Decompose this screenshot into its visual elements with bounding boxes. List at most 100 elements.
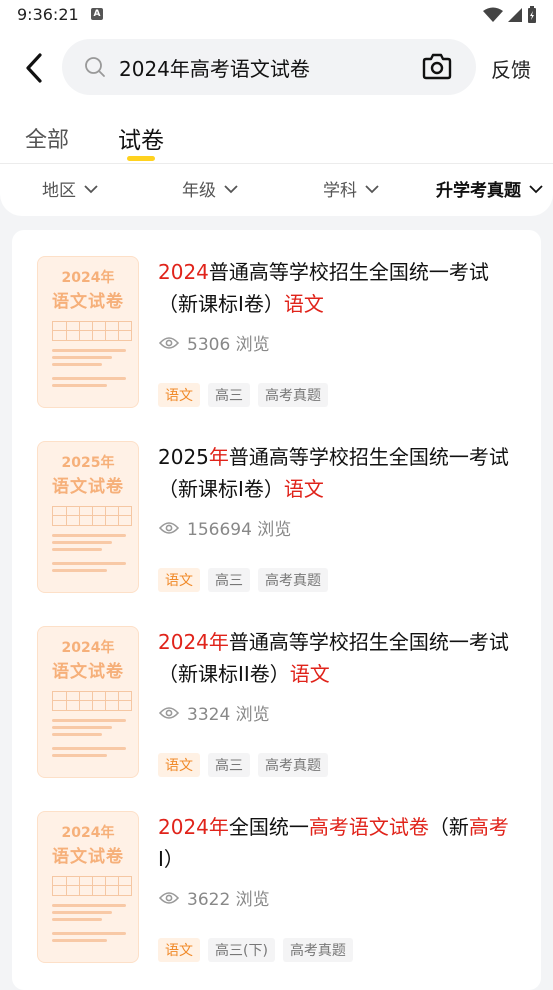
title-highlight: 高考 bbox=[468, 815, 509, 839]
thumbnail-line bbox=[52, 356, 112, 359]
list-item[interactable]: 2024年语文试卷 2024年普通高等学校招生全国统一考试（新课标II卷）语文 33… bbox=[12, 600, 541, 785]
thumbnail-year: 2024年 bbox=[61, 270, 115, 286]
view-count-text: 5306 浏览 bbox=[187, 335, 270, 355]
chevron-down-icon bbox=[224, 184, 238, 193]
battery-icon bbox=[528, 6, 536, 23]
thumbnail-line bbox=[52, 911, 112, 914]
notification-a-icon: A bbox=[91, 8, 103, 20]
title-text: 2025 bbox=[158, 445, 209, 469]
title-highlight: 2024年 bbox=[158, 630, 229, 654]
paper-thumbnail: 2024年语文试卷 bbox=[37, 256, 139, 408]
thumbnail-table bbox=[52, 506, 132, 526]
view-count-text: 3622 浏览 bbox=[187, 890, 270, 910]
list-item[interactable]: 2024年语文试卷 2024普通高等学校招生全国统一考试（新课标I卷）语文 5306… bbox=[12, 230, 541, 415]
view-count: 156694 浏览 bbox=[159, 515, 291, 540]
thumbnail-table bbox=[52, 876, 132, 896]
thumbnail-line bbox=[52, 548, 102, 551]
tag: 高考真题 bbox=[258, 383, 328, 407]
thumbnail-table bbox=[52, 321, 132, 341]
thumbnail-line bbox=[52, 377, 126, 380]
tag: 高三 bbox=[208, 383, 250, 407]
thumbnail-line bbox=[52, 733, 102, 736]
chevron-left-icon bbox=[26, 53, 42, 83]
paper-title[interactable]: 2024年全国统一高考语文试卷（新高考 I） bbox=[158, 811, 518, 875]
view-count-text: 3324 浏览 bbox=[187, 705, 270, 725]
signal-icon bbox=[508, 8, 522, 22]
tag: 高考真题 bbox=[258, 568, 328, 592]
title-highlight: 2024 bbox=[158, 260, 209, 284]
tab-all[interactable]: 全部 bbox=[25, 122, 69, 154]
list-item[interactable]: 2025年语文试卷 2025年普通高等学校招生全国统一考试（新课标I卷）语文 156… bbox=[12, 415, 541, 600]
result-list: 2024年 语文试卷 2024普通高等学校招生全国统一考试（新课标I卷）语文 5306… bbox=[12, 230, 541, 990]
filter-grade[interactable]: 年级 bbox=[182, 176, 238, 201]
chevron-down-icon bbox=[365, 184, 379, 193]
thumbnail-name: 语文试卷 bbox=[52, 292, 124, 312]
view-count: 3324 浏览 bbox=[159, 700, 270, 725]
chevron-down-icon bbox=[84, 184, 98, 193]
camera-icon[interactable] bbox=[422, 52, 452, 80]
tag-row: 语文 高三(下) 高考真题 bbox=[158, 938, 353, 962]
search-bar[interactable]: 2024年高考语文试卷 bbox=[62, 39, 476, 95]
paper-title[interactable]: 2024年普通高等学校招生全国统一考试（新课标II卷）语文 bbox=[158, 626, 518, 690]
view-count-text: 156694 浏览 bbox=[187, 520, 292, 540]
subject-tag: 语文 bbox=[158, 753, 200, 777]
title-highlight: 语文 bbox=[283, 477, 324, 501]
thumbnail-line bbox=[52, 384, 107, 387]
wifi-icon bbox=[483, 7, 503, 22]
thumbnail-line bbox=[52, 534, 126, 537]
thumbnail-name: 语文试卷 bbox=[52, 847, 124, 867]
status-time: 9:36:21 bbox=[17, 5, 79, 24]
thumbnail-line bbox=[52, 541, 112, 544]
thumbnail-line bbox=[52, 719, 126, 722]
eye-icon bbox=[159, 706, 179, 719]
divider bbox=[0, 163, 553, 164]
title-highlight: 2024年 bbox=[158, 815, 229, 839]
subject-tag: 语文 bbox=[158, 383, 200, 407]
thumbnail-line bbox=[52, 747, 126, 750]
eye-icon bbox=[159, 336, 179, 349]
filter-label: 地区 bbox=[42, 181, 76, 201]
thumbnail-line bbox=[52, 562, 126, 565]
thumbnail-year: 2024年 bbox=[61, 825, 115, 841]
tag-row: 语文 高三 高考真题 bbox=[158, 568, 328, 592]
tag: 高三 bbox=[208, 568, 250, 592]
top-bar: 9:36:21 A 2024年高考语文试卷 反馈 全部 试卷 地区 年级 学科 … bbox=[0, 0, 553, 216]
tag: 高三(下) bbox=[208, 938, 275, 962]
thumbnail-line bbox=[52, 939, 107, 942]
eye-icon bbox=[159, 521, 179, 534]
thumbnail-line bbox=[52, 349, 126, 352]
filter-label: 升学考真题 bbox=[436, 181, 521, 201]
thumbnail-name: 语文试卷 bbox=[52, 662, 124, 682]
title-text: （新 bbox=[428, 815, 469, 839]
paper-thumbnail: 2024年语文试卷 bbox=[37, 811, 139, 963]
thumbnail-line bbox=[52, 726, 112, 729]
thumbnail-year: 2024年 bbox=[61, 640, 115, 656]
thumbnail-line bbox=[52, 569, 107, 572]
title-highlight: 语文 bbox=[283, 292, 324, 316]
thumbnail-line bbox=[52, 918, 102, 921]
search-icon bbox=[85, 57, 105, 77]
title-highlight: 语文 bbox=[289, 662, 330, 686]
list-item[interactable]: 2024年 语文试卷 2024年全国统一高考语文试卷（新高考I） 3622 浏览 语文高… bbox=[12, 785, 541, 970]
filter-exam-type[interactable]: 升学考真题 bbox=[436, 176, 543, 201]
back-button[interactable] bbox=[18, 48, 50, 88]
feedback-button[interactable]: 反馈 bbox=[491, 54, 531, 83]
filter-label: 学科 bbox=[323, 181, 357, 201]
title-highlight: 年 bbox=[208, 445, 229, 469]
thumbnail-name: 语文试卷 bbox=[52, 477, 124, 497]
title-text: I） bbox=[158, 847, 184, 871]
thumbnail-line bbox=[52, 932, 126, 935]
chevron-down-icon bbox=[529, 184, 543, 193]
eye-icon bbox=[159, 891, 179, 904]
filter-region[interactable]: 地区 bbox=[42, 176, 98, 201]
paper-title[interactable]: 2024普通高等学校招生全国统一考试（新课标I卷）语文 bbox=[158, 256, 518, 320]
title-highlight: 高考语文试卷 bbox=[308, 815, 429, 839]
filter-subject[interactable]: 学科 bbox=[323, 176, 379, 201]
tag: 高考真题 bbox=[282, 938, 353, 962]
tag: 高三 bbox=[208, 753, 250, 777]
thumbnail-line bbox=[52, 904, 126, 907]
filter-label: 年级 bbox=[182, 181, 216, 201]
tab-exam-papers[interactable]: 试卷 bbox=[118, 121, 164, 155]
paper-title[interactable]: 2025年普通高等学校招生全国统一考试（新课标I卷）语文 bbox=[158, 441, 518, 505]
search-input[interactable]: 2024年高考语文试卷 bbox=[119, 53, 310, 82]
